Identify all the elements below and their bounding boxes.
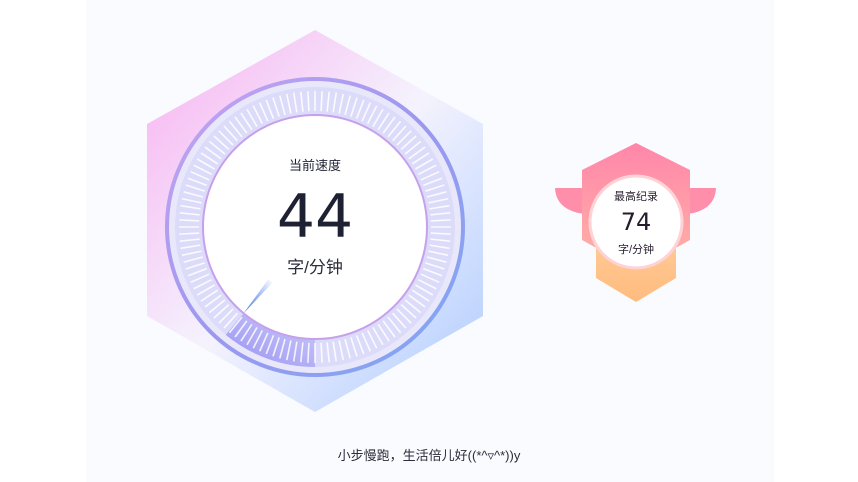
best-record-value: 74 [620,208,652,236]
speed-gauge [147,30,716,412]
best-record-unit: 字/分钟 [617,244,655,256]
gauge-tick [307,91,310,112]
gauge-tick [320,91,323,112]
best-record-label: 最高纪录 [614,191,658,203]
gauge-tick [307,342,310,363]
current-speed-unit: 字/分钟 [287,258,343,277]
gauge-tick [430,232,451,235]
gauge-tick [179,232,200,235]
gauge-tick [179,219,200,222]
current-speed-label: 当前速度 [288,158,341,173]
current-speed-value: 44 [276,182,354,252]
gauge-tick [430,219,451,222]
motto-text: 小步慢跑，生活倍儿好((*^▿^*))y [337,448,521,463]
gauge-tick [320,342,323,363]
